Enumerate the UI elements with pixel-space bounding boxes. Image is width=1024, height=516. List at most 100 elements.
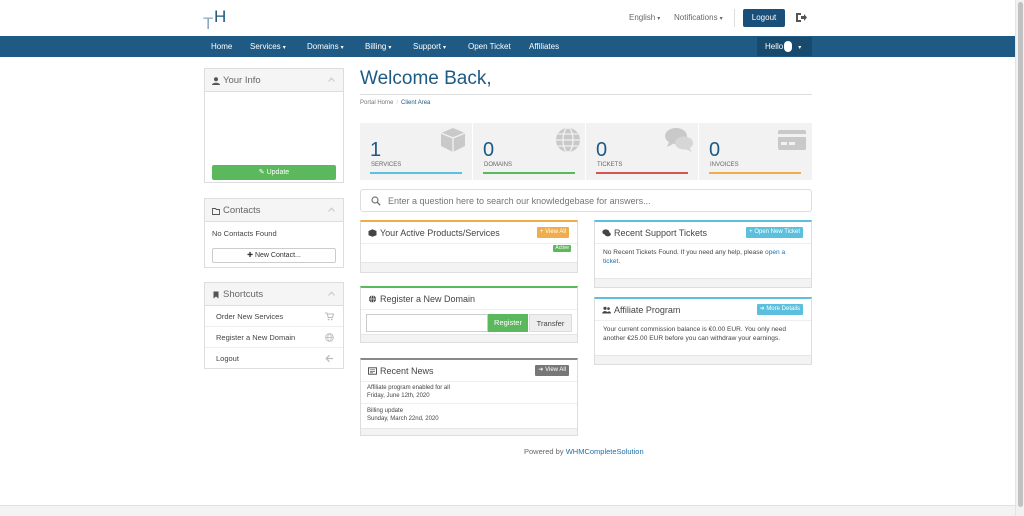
register-button[interactable]: Register [488,314,528,332]
stat-label: DOMAINS [484,162,513,168]
comments-icon [665,128,693,152]
new-contact-label: New Contact... [254,252,301,259]
globe-icon [325,333,334,342]
users-icon [602,306,611,314]
stats-tiles: 1 SERVICES 0 DOMAINS 0 TICKETS 0 INVOICE… [360,123,812,180]
globe-icon [556,127,580,153]
open-new-ticket-button[interactable]: + Open New Ticket [746,227,803,238]
tickets-text: No Recent Tickets Found. If you need any… [603,249,764,256]
news-title: Affiliate program enabled for all [367,385,450,391]
scrollbar-thumb[interactable] [1018,2,1023,507]
view-all-label: View All [545,229,566,235]
nav-billing[interactable]: Billing ▾ [365,36,391,57]
footer-link[interactable]: WHMCompleteSolution [566,447,644,456]
register-domain-card: Register a New Domain Register Transfer [360,286,578,343]
stat-bar [483,172,575,174]
panel-title: Contacts [223,205,261,216]
card-title: Recent News [380,366,434,376]
domain-input[interactable] [366,314,488,332]
language-label: English [629,13,656,22]
card-header: Recent Support Tickets + Open New Ticket [595,222,811,244]
stat-label: SERVICES [371,162,402,168]
breadcrumb-home[interactable]: Portal Home [360,100,393,106]
bookmark-icon [213,291,219,299]
view-all-products-button[interactable]: + View All [536,227,569,238]
nav-support[interactable]: Support ▾ [413,36,446,57]
caret-down-icon: ▾ [340,45,344,51]
card-header: Register a New Domain [361,288,577,310]
breadcrumb-current: Client Area [401,100,431,106]
stat-bar [370,172,462,174]
kb-search-input[interactable] [388,193,798,209]
stat-services[interactable]: 1 SERVICES [360,123,473,180]
nav-services[interactable]: Services ▾ [250,36,286,57]
svg-text:T: T [203,14,213,31]
news-date: Sunday, March 22nd, 2020 [367,416,439,422]
update-button[interactable]: ✎ Update [212,165,336,180]
cube-icon [440,128,466,152]
brand-logo[interactable]: T H TH [203,5,233,31]
page-title: Welcome Back, [360,68,492,89]
main-navbar: Home Services ▾ Domains ▾ Billing ▾ Support… [0,36,1015,57]
chevron-up-icon[interactable] [328,291,335,296]
transfer-button[interactable]: Transfer [529,314,572,332]
stat-domains[interactable]: 0 DOMAINS [473,123,586,180]
news-date: Friday, June 12th, 2020 [367,393,430,399]
card-title: Recent Support Tickets [614,228,708,238]
stat-bar [596,172,688,174]
stat-invoices[interactable]: 0 INVOICES [699,123,812,180]
vertical-scrollbar[interactable] [1015,0,1024,516]
card-footer [361,428,577,435]
nav-affiliates[interactable]: Affiliates [529,36,559,57]
newspaper-icon [368,367,377,375]
card-title: Affiliate Program [614,305,681,315]
comments-icon [602,229,611,237]
new-contact-button[interactable]: ✚ New Contact... [212,248,336,263]
cart-icon [325,312,334,321]
news-item[interactable]: Billing update Sunday, March 22nd, 2020 [361,404,577,426]
stat-label: INVOICES [710,162,739,168]
chevron-up-icon[interactable] [328,207,335,212]
logout-button[interactable]: Logout [743,9,785,27]
shortcut-logout[interactable]: Logout [205,348,343,369]
no-contacts-text: No Contacts Found [212,229,277,238]
tickets-message: No Recent Tickets Found. If you need any… [595,244,811,270]
top-header: T H TH English▾ Notifications▾ Logout [0,0,1015,36]
breadcrumb: Portal Home / Client Area [360,100,430,106]
shortcut-label: Register a New Domain [216,333,296,342]
arrow-left-icon [325,354,333,363]
card-footer [361,262,577,272]
breadcrumb-separator: / [396,100,399,106]
nav-home[interactable]: Home [211,36,232,57]
more-details-button[interactable]: ➜ More Details [756,304,803,315]
user-menu[interactable]: Hello ▾ [757,37,812,56]
recent-news-card: Recent News ➜ View All Affiliate program… [360,358,578,436]
shortcuts-panel: Shortcuts Order New Services Register a … [204,282,344,369]
shortcut-order-new-services[interactable]: Order New Services [205,306,343,327]
chevron-up-icon[interactable] [328,77,335,82]
tickets-tail: . [618,258,621,265]
nav-open-ticket[interactable]: Open Ticket [468,36,511,57]
footer: Powered by WHMCompleteSolution [524,447,644,456]
language-selector[interactable]: English ▾ [629,13,660,22]
shortcut-register-domain[interactable]: Register a New Domain [205,327,343,348]
news-item[interactable]: Affiliate program enabled for all Friday… [361,382,577,404]
affiliate-text: Your current commission balance is €0.00… [603,326,787,342]
card-header: Your Active Products/Services + View All [361,222,577,244]
view-all-label: View All [545,367,566,373]
page-bottom [0,505,1015,516]
panel-header: Contacts [205,199,343,222]
hello-label: Hello [765,42,784,51]
globe-icon [368,295,377,303]
notifications-menu[interactable]: Notifications ▾ [674,13,723,22]
nav-support-label: Support [413,42,442,51]
view-all-news-button[interactable]: ➜ View All [535,365,569,376]
exit-icon[interactable] [795,12,807,23]
notifications-label: Notifications [674,13,718,22]
divider [734,9,735,27]
panel-header: Shortcuts [205,283,343,306]
more-details-label: More Details [766,306,800,312]
contacts-panel: Contacts No Contacts Found ✚ New Contact… [204,198,344,268]
nav-domains[interactable]: Domains ▾ [307,36,344,57]
stat-tickets[interactable]: 0 TICKETS [586,123,699,180]
